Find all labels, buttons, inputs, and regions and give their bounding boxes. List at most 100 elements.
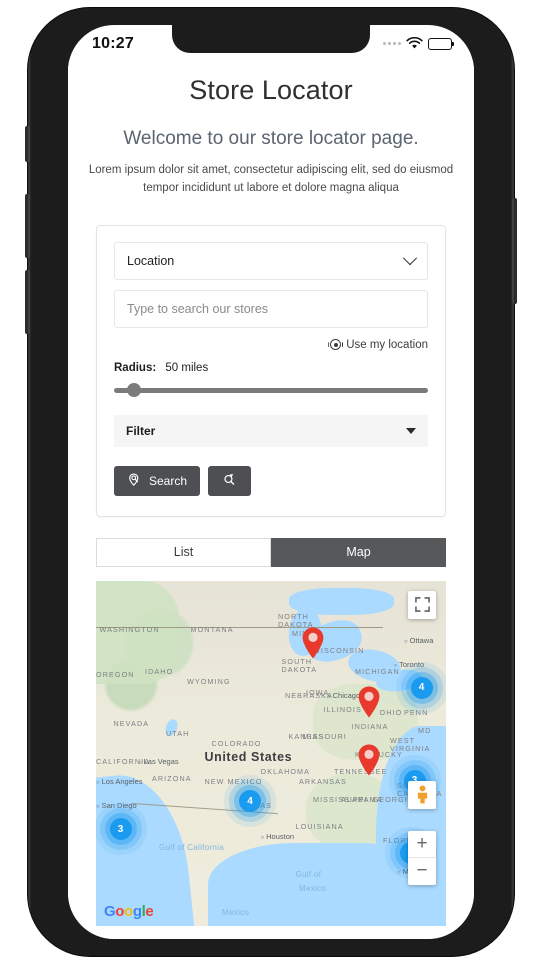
zoom-controls: + − <box>408 830 436 885</box>
map-store-pin[interactable] <box>356 685 382 719</box>
map-state-label: NEVADA <box>113 718 150 728</box>
radius-slider-thumb[interactable] <box>127 382 142 397</box>
map-state-label: OKLAHOMA <box>260 766 311 776</box>
welcome-heading: Welcome to our store locator page. <box>123 128 419 149</box>
location-search-icon <box>129 473 139 487</box>
street-view-pegman-button[interactable] <box>408 780 436 809</box>
google-logo-letter: g <box>132 902 142 920</box>
map-cluster-marker[interactable]: 3 <box>109 818 132 841</box>
map-state-label: MISSOURI <box>302 732 347 742</box>
map-cluster-marker[interactable]: 4 <box>410 676 433 699</box>
volume-down-button[interactable] <box>25 270 30 334</box>
map-state-label: INDIANA <box>351 722 389 732</box>
page-title: Store Locator <box>189 75 353 105</box>
fullscreen-control-button[interactable] <box>408 590 436 619</box>
map-state-label: ARKANSAS <box>299 777 347 787</box>
map-water-label: Mexico <box>299 884 327 894</box>
search-button[interactable]: Search <box>114 465 201 496</box>
map-country-label: United States <box>204 749 293 764</box>
search-again-button[interactable] <box>208 465 252 496</box>
map-water-label: Gulf of <box>295 870 322 880</box>
google-logo-letter: e <box>145 902 154 920</box>
map-state-label: OREGON <box>96 670 135 680</box>
radius-slider-track[interactable] <box>114 387 428 393</box>
tab-list[interactable]: List <box>96 537 271 567</box>
map-store-pin[interactable] <box>356 743 382 777</box>
phone-screen: 10:27 Store Locator Welcome to our store… <box>68 25 474 939</box>
volume-up-button[interactable] <box>25 194 30 258</box>
filter-select[interactable]: Filter <box>114 414 428 447</box>
map-state-label: MD <box>418 725 432 735</box>
map-city-label: Los Angeles <box>96 777 143 786</box>
map-water-label: Mexico <box>222 908 250 918</box>
wifi-icon <box>406 37 423 49</box>
map-state-label: OHIO <box>379 708 403 718</box>
map-state-label: MONTANA <box>190 625 234 635</box>
page-content: Store Locator Welcome to our store locat… <box>68 59 474 939</box>
signal-dots-icon <box>383 42 401 45</box>
filter-select-value: Filter <box>126 423 156 438</box>
map-city-label: Houston <box>261 832 294 841</box>
search-again-icon <box>224 474 235 485</box>
map-state-label: NEW MEXICO <box>204 777 263 787</box>
map-view[interactable]: MONTANA NORTH DAKOTA SOUTH DAKOTA IDAHO WYOMIN… <box>96 580 446 926</box>
map-cluster-count: 4 <box>247 795 253 807</box>
tab-list-label: List <box>173 545 194 560</box>
map-state-label: WASHINGTON <box>99 625 160 635</box>
location-select[interactable]: Location <box>114 241 428 280</box>
map-pin-icon <box>302 627 324 659</box>
map-cluster-count: 4 <box>418 682 425 694</box>
phone-frame: 10:27 Store Locator Welcome to our store… <box>25 8 517 956</box>
map-state-label: COLORADO <box>211 739 262 749</box>
tab-map-label: Map <box>346 545 371 560</box>
use-my-location-button[interactable]: Use my location <box>114 339 428 351</box>
map-pin-icon <box>358 744 380 776</box>
map-state-label: WYOMING <box>187 677 231 687</box>
store-search-input[interactable] <box>114 289 428 328</box>
tab-map[interactable]: Map <box>271 537 446 567</box>
map-water-label: Gulf of California <box>159 842 224 852</box>
silent-switch[interactable] <box>25 126 30 162</box>
map-city-label: Las Vegas <box>138 757 179 766</box>
map-state-label: UTAH <box>166 728 190 738</box>
view-tabs: List Map <box>96 537 446 567</box>
status-indicators <box>383 37 455 50</box>
map-state-label: ARIZONA <box>152 773 192 783</box>
map-pin-icon <box>358 686 380 718</box>
map-city-label: Ottawa <box>404 636 434 645</box>
status-time: 10:27 <box>92 34 134 52</box>
battery-icon <box>428 37 455 50</box>
radius-label: Radius: <box>114 361 157 374</box>
map-state-label: IDAHO <box>145 666 174 676</box>
fullscreen-icon <box>414 597 430 612</box>
street-view-pegman-icon <box>417 785 427 804</box>
notch <box>172 25 370 53</box>
zoom-in-button[interactable]: + <box>408 831 436 858</box>
map-state-label: PENN <box>404 708 429 718</box>
use-my-location-label: Use my location <box>346 338 428 351</box>
form-button-row: Search <box>114 465 428 496</box>
radius-slider[interactable] <box>114 382 428 397</box>
radius-value: 50 miles <box>165 361 209 374</box>
google-logo-letter: G <box>104 902 116 920</box>
caret-down-icon <box>406 427 416 434</box>
map-cluster-count: 3 <box>117 823 124 835</box>
map-state-label: IOWA <box>306 687 330 697</box>
search-form-card: Location Use my location Radius: 50 mile… <box>96 224 446 517</box>
map-state-label: LOUISIANA <box>295 822 344 832</box>
crosshair-icon <box>330 339 342 351</box>
map-city-label: San Diego <box>96 801 137 810</box>
map-city-label: Toronto <box>394 660 424 669</box>
google-logo: Google <box>104 902 154 920</box>
search-button-label: Search <box>149 473 188 488</box>
map-state-label: DAKOTA <box>281 664 318 674</box>
chevron-down-icon <box>402 250 418 265</box>
google-logo-letter: o <box>115 902 125 920</box>
zoom-out-button[interactable]: − <box>408 858 436 885</box>
intro-text: Lorem ipsum dolor sit amet, consectetur … <box>88 164 454 194</box>
google-logo-letter: o <box>124 902 133 920</box>
location-select-value: Location <box>127 253 175 268</box>
map-cluster-marker[interactable]: 4 <box>239 790 261 813</box>
power-button[interactable] <box>512 198 517 304</box>
map-store-pin[interactable] <box>300 626 326 660</box>
